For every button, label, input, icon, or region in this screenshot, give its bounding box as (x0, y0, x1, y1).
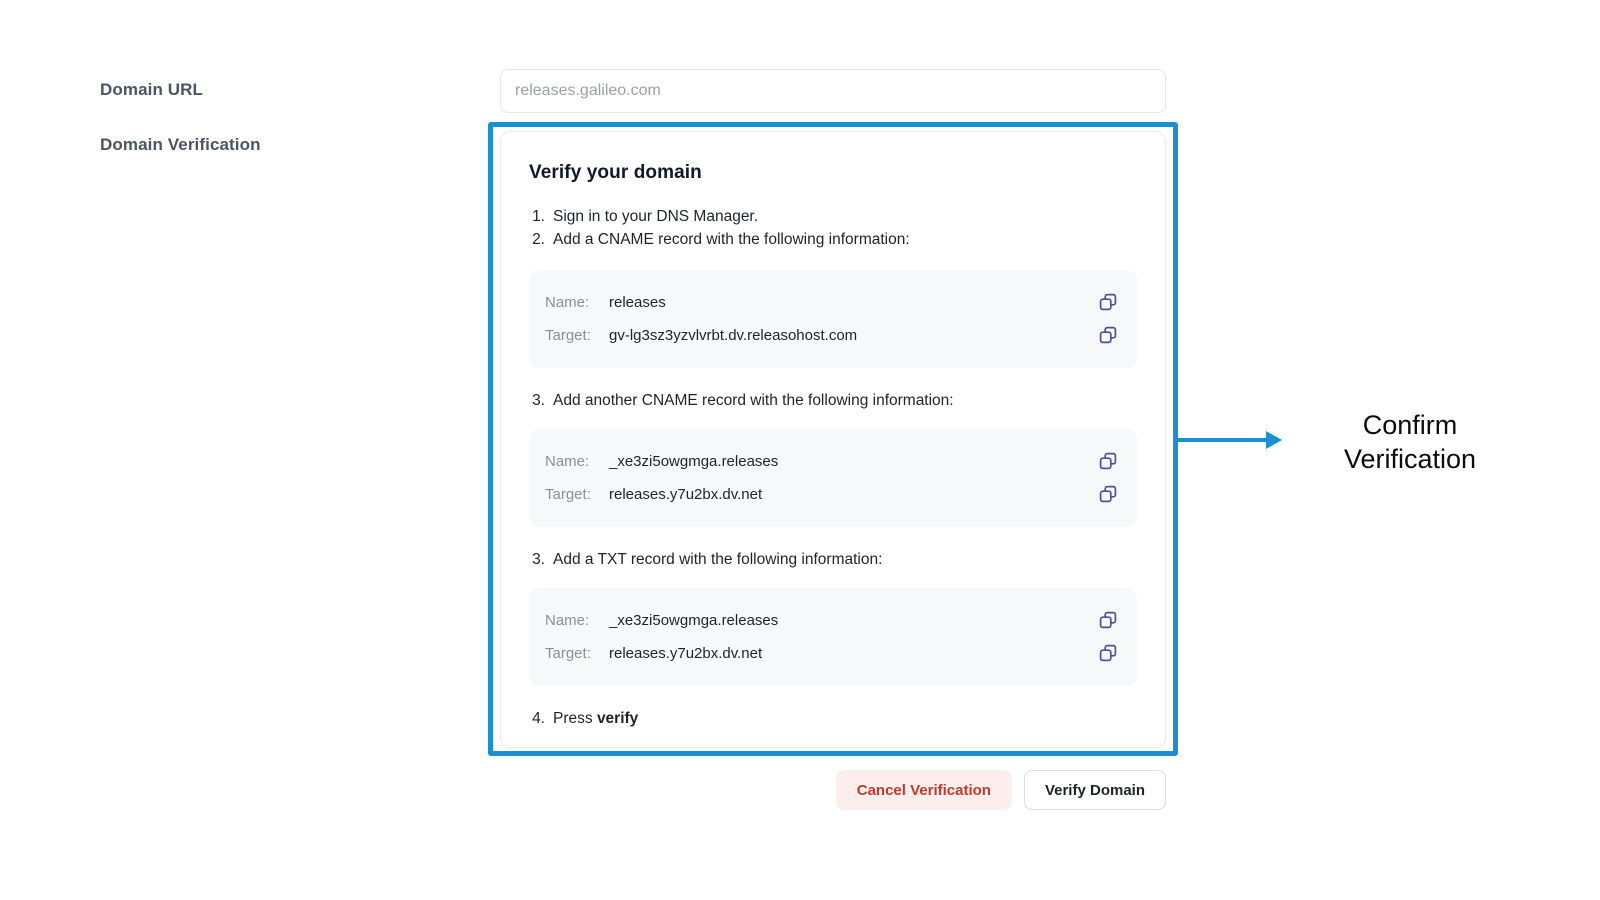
copy-icon[interactable] (1097, 642, 1119, 664)
copy-icon[interactable] (1097, 324, 1119, 346)
dns-record-box: Name: _xe3zi5owgmga.releases Target: rel… (529, 587, 1137, 686)
step-number: 3. (532, 391, 545, 409)
record-target-key: Target: (545, 326, 591, 344)
step-number: 3. (532, 550, 545, 568)
step-label: Add another CNAME record with the follow… (553, 391, 954, 409)
record-name-key: Name: (545, 452, 590, 470)
step-label-prefix: Press (553, 709, 597, 727)
step-item: 2. Add a CNAME record with the following… (529, 229, 1137, 252)
step-number: 1. (532, 208, 545, 225)
step-item: 3. Add another CNAME record with the fol… (529, 390, 1137, 413)
copy-icon[interactable] (1097, 609, 1119, 631)
record-row-target: Target: releases.y7u2bx.dv.net (545, 478, 1119, 511)
card-footer-actions: Cancel Verification Verify Domain (500, 770, 1166, 810)
annotation-label: Confirm Verification (1300, 408, 1520, 476)
arrow-right-icon (1178, 431, 1282, 449)
record-name-value: _xe3zi5owgmga.releases (609, 611, 779, 629)
card-title: Verify your domain (529, 162, 702, 183)
record-row-name: Name: _xe3zi5owgmga.releases (545, 445, 1119, 478)
copy-icon[interactable] (1097, 450, 1119, 472)
domain-verification-label: Domain Verification (100, 135, 261, 154)
record-row-name: Name: releases (545, 286, 1119, 319)
verify-domain-card: Verify your domain 1. Sign in to your DN… (500, 131, 1166, 748)
dns-record-box: Name: _xe3zi5owgmga.releases Target: rel… (529, 428, 1137, 527)
step-label: Sign in to your DNS Manager. (553, 208, 759, 225)
verify-domain-button[interactable]: Verify Domain (1023, 770, 1166, 810)
record-row-target: Target: releases.y7u2bx.dv.net (545, 637, 1119, 670)
copy-icon[interactable] (1097, 483, 1119, 505)
record-name-value: releases (609, 293, 666, 311)
step-item: 4. Press verify (529, 708, 1137, 731)
step-label-emphasis: verify (596, 709, 639, 727)
dns-record-box: Name: releases Target: gv-lg3sz3yzvlvrbt… (529, 269, 1137, 368)
record-row-name: Name: _xe3zi5owgmga.releases (545, 604, 1119, 637)
record-target-value: releases.y7u2bx.dv.net (609, 485, 763, 503)
step-item: 3. Add a TXT record with the following i… (529, 549, 1137, 572)
step-number: 2. (532, 230, 545, 248)
cancel-verification-button[interactable]: Cancel Verification (835, 770, 1012, 810)
step-label: Press verify (553, 708, 1137, 731)
step-label: Add a TXT record with the following info… (553, 550, 883, 568)
settings-domain-verification-page: Domain URL Domain Verification Verify yo… (0, 0, 1600, 900)
step-label: Add a CNAME record with the following in… (553, 230, 910, 248)
record-name-value: _xe3zi5owgmga.releases (609, 452, 779, 470)
step-number: 4. (532, 709, 545, 727)
domain-url-label: Domain URL (100, 80, 203, 99)
copy-icon[interactable] (1097, 291, 1119, 313)
record-target-value: gv-lg3sz3yzvlvrbt.dv.releasohost.com (609, 326, 858, 344)
step-item: 1. Sign in to your DNS Manager. (529, 206, 1137, 229)
record-name-key: Name: (545, 293, 590, 311)
steps-intro: 1. Sign in to your DNS Manager. 2. Add a… (529, 206, 1137, 252)
record-target-value: releases.y7u2bx.dv.net (609, 644, 763, 662)
record-name-key: Name: (545, 611, 590, 629)
annotation-line-1: Confirm (1362, 410, 1458, 440)
domain-url-input[interactable] (500, 69, 1166, 113)
annotation-line-2: Verification (1343, 444, 1477, 475)
record-target-key: Target: (545, 644, 591, 662)
record-row-target: Target: gv-lg3sz3yzvlvrbt.dv.releasohost… (545, 319, 1119, 352)
record-target-key: Target: (545, 485, 591, 503)
